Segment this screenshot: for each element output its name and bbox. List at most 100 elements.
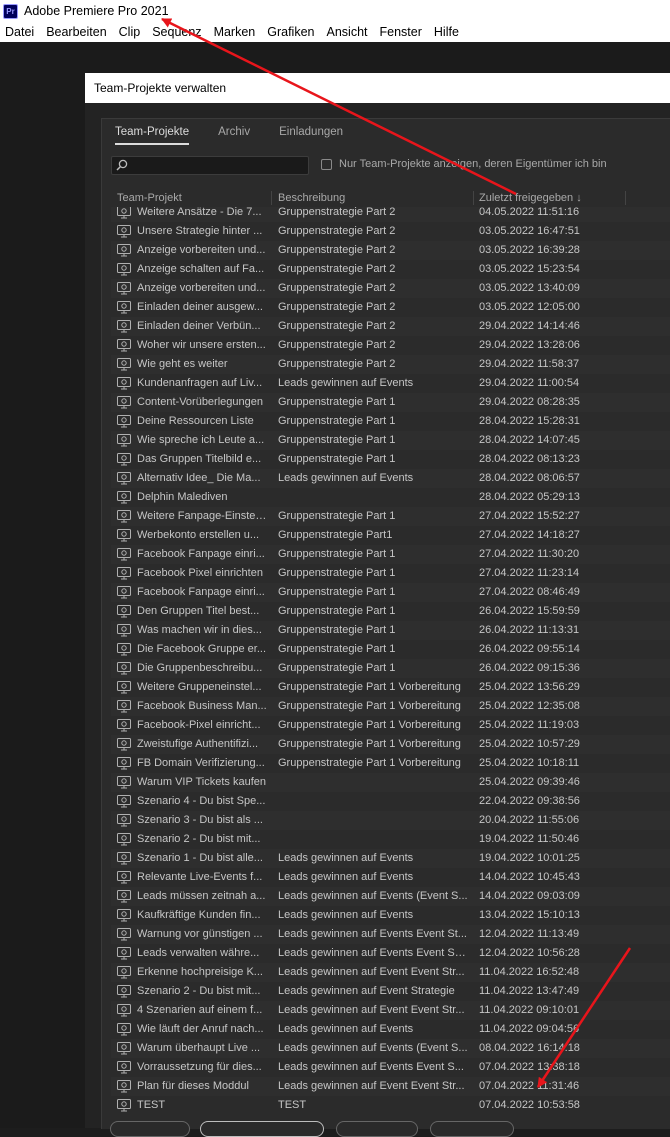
menu-hilfe[interactable]: Hilfe <box>429 25 466 39</box>
dialog-titlebar[interactable]: Team-Projekte verwalten <box>85 73 670 103</box>
table-row[interactable]: Wie spreche ich Leute a... Gruppenstrateg… <box>111 431 670 450</box>
table-row[interactable]: Delphin Malediven 28.04.2022 05:29:13 <box>111 488 670 507</box>
menu-datei[interactable]: Datei <box>0 25 41 39</box>
table-row[interactable]: Alternativ Idee_ Die Ma... Leads gewinnen… <box>111 469 670 488</box>
team-projects-list[interactable]: Weitere Ansätze - Die 7... Gruppenstrateg… <box>111 207 670 1129</box>
project-name: Den Gruppen Titel best... <box>137 605 260 617</box>
table-row[interactable]: Szenario 3 - Du bist als ... 20.04.2022 1… <box>111 811 670 830</box>
team-project-icon <box>117 928 131 941</box>
team-project-icon <box>117 795 131 808</box>
table-row[interactable]: Facebook Business Man... Gruppenstrategie… <box>111 697 670 716</box>
column-divider[interactable] <box>625 191 626 205</box>
table-row[interactable]: Weitere Fanpage-Einstel... Gruppenstrateg… <box>111 507 670 526</box>
table-row[interactable]: Anzeige vorbereiten und... Gruppenstrateg… <box>111 241 670 260</box>
project-description: Gruppenstrategie Part 1 <box>278 624 396 636</box>
table-row[interactable]: Weitere Gruppeneinstel... Gruppenstrategi… <box>111 678 670 697</box>
project-description: Gruppenstrategie Part 2 <box>278 320 396 332</box>
team-project-icon <box>117 263 131 276</box>
column-header-name[interactable]: Team-Projekt <box>117 192 182 204</box>
table-row[interactable]: Szenario 4 - Du bist Spe... 22.04.2022 09… <box>111 792 670 811</box>
table-row[interactable]: Facebook Fanpage einri... Gruppenstrategi… <box>111 583 670 602</box>
menu-fenster[interactable]: Fenster <box>375 25 429 39</box>
project-name: Szenario 4 - Du bist Spe... <box>137 795 266 807</box>
project-last-shared: 26.04.2022 09:55:14 <box>479 643 580 655</box>
table-row[interactable]: Zweistufige Authentifizi... Gruppenstrate… <box>111 735 670 754</box>
column-divider[interactable] <box>473 191 474 205</box>
project-last-shared: 07.04.2022 13:38:18 <box>479 1061 580 1073</box>
team-project-icon <box>117 1023 131 1036</box>
table-row[interactable]: Das Gruppen Titelbild e... Gruppenstrateg… <box>111 450 670 469</box>
column-divider[interactable] <box>271 191 272 205</box>
team-project-icon <box>117 301 131 314</box>
project-name: Alternativ Idee_ Die Ma... <box>137 472 261 484</box>
table-row[interactable]: Facebook Pixel einrichten Gruppenstrategi… <box>111 564 670 583</box>
table-row[interactable]: Warum VIP Tickets kaufen 25.04.2022 09:39… <box>111 773 670 792</box>
table-row[interactable]: Anzeige vorbereiten und... Gruppenstrateg… <box>111 279 670 298</box>
table-row[interactable]: Vorraussetzung für dies... Leads gewinnen… <box>111 1058 670 1077</box>
table-row[interactable]: Woher wir unsere ersten... Gruppenstrateg… <box>111 336 670 355</box>
team-project-icon <box>117 244 131 257</box>
table-row[interactable]: Wie läuft der Anruf nach... Leads gewinne… <box>111 1020 670 1039</box>
menu-sequenz[interactable]: Sequenz <box>147 25 208 39</box>
table-row[interactable]: Szenario 1 - Du bist alle... Leads gewinn… <box>111 849 670 868</box>
table-row[interactable]: Was machen wir in dies... Gruppenstrategi… <box>111 621 670 640</box>
table-row[interactable]: Einladen deiner Verbün... Gruppenstrategi… <box>111 317 670 336</box>
table-row[interactable]: Facebook-Pixel einricht... Gruppenstrateg… <box>111 716 670 735</box>
table-row[interactable]: Den Gruppen Titel best... Gruppenstrategi… <box>111 602 670 621</box>
table-row[interactable]: Warnung vor günstigen ... Leads gewinnen … <box>111 925 670 944</box>
column-header-description[interactable]: Beschreibung <box>278 192 345 204</box>
table-row[interactable]: Die Gruppenbeschreibu... Gruppenstrategie… <box>111 659 670 678</box>
search-input[interactable] <box>111 156 309 175</box>
table-row[interactable]: Einladen deiner ausgew... Gruppenstrategi… <box>111 298 670 317</box>
project-name: Weitere Gruppeneinstel... <box>137 681 262 693</box>
table-row[interactable]: FB Domain Verifizierung... Gruppenstrateg… <box>111 754 670 773</box>
tab-invitations[interactable]: Einladungen <box>279 126 343 145</box>
table-row[interactable]: Szenario 2 - Du bist mit... 19.04.2022 11… <box>111 830 670 849</box>
menu-grafiken[interactable]: Grafiken <box>262 25 321 39</box>
table-row[interactable]: Warum überhaupt Live ... Leads gewinnen a… <box>111 1039 670 1058</box>
project-description: Gruppenstrategie Part 1 <box>278 548 396 560</box>
table-row[interactable]: Deine Ressourcen Liste Gruppenstrategie P… <box>111 412 670 431</box>
dialog-button[interactable] <box>200 1121 324 1137</box>
table-row[interactable]: Plan für dieses Moddul Leads gewinnen auf… <box>111 1077 670 1096</box>
dialog-button[interactable] <box>430 1121 514 1137</box>
table-row[interactable]: Relevante Live-Events f... Leads gewinnen… <box>111 868 670 887</box>
table-row[interactable]: Erkenne hochpreisige K... Leads gewinnen … <box>111 963 670 982</box>
menu-bearbeiten[interactable]: Bearbeiten <box>41 25 113 39</box>
project-last-shared: 27.04.2022 11:30:20 <box>479 548 580 560</box>
table-row[interactable]: Kaufkräftige Kunden fin... Leads gewinnen… <box>111 906 670 925</box>
table-row[interactable]: Werbekonto erstellen u... Gruppenstrategi… <box>111 526 670 545</box>
project-name: Wie geht es weiter <box>137 358 228 370</box>
column-header-date[interactable]: Zuletzt freigegeben ↓ <box>479 192 582 204</box>
project-description: Leads gewinnen auf Event Event Str... <box>278 1004 465 1016</box>
dialog-button[interactable] <box>110 1121 190 1137</box>
menu-clip[interactable]: Clip <box>114 25 148 39</box>
project-description: Leads gewinnen auf Event Event Str... <box>278 966 465 978</box>
table-row[interactable]: Kundenanfragen auf Liv... Leads gewinnen … <box>111 374 670 393</box>
table-row[interactable]: Weitere Ansätze - Die 7... Gruppenstrateg… <box>111 207 670 222</box>
table-row[interactable]: Szenario 2 - Du bist mit... Leads gewinne… <box>111 982 670 1001</box>
tab-team-projects[interactable]: Team-Projekte <box>115 126 190 145</box>
table-row[interactable]: Facebook Fanpage einri... Gruppenstrategi… <box>111 545 670 564</box>
project-name: Kundenanfragen auf Liv... <box>137 377 263 389</box>
table-row[interactable]: Leads müssen zeitnah a... Leads gewinnen … <box>111 887 670 906</box>
team-project-icon <box>117 567 131 580</box>
project-last-shared: 26.04.2022 11:13:31 <box>479 624 580 636</box>
table-row[interactable]: TEST TEST 07.04.2022 10:53:58 <box>111 1096 670 1115</box>
project-name: FB Domain Verifizierung... <box>137 757 265 769</box>
table-row[interactable]: Die Facebook Gruppe er... Gruppenstrategi… <box>111 640 670 659</box>
dialog-button[interactable] <box>336 1121 418 1137</box>
table-row[interactable]: Anzeige schalten auf Fa... Gruppenstrateg… <box>111 260 670 279</box>
table-row[interactable]: Unsere Strategie hinter ... Gruppenstrate… <box>111 222 670 241</box>
table-row[interactable]: Content-Vorüberlegungen Gruppenstrategie … <box>111 393 670 412</box>
menu-marken[interactable]: Marken <box>209 25 263 39</box>
table-row[interactable]: 4 Szenarien auf einem f... Leads gewinnen… <box>111 1001 670 1020</box>
menu-ansicht[interactable]: Ansicht <box>322 25 375 39</box>
project-description: Leads gewinnen auf Event Strategie <box>278 985 455 997</box>
tab-archive[interactable]: Archiv <box>218 126 250 145</box>
table-row[interactable]: Leads verwalten währe... Leads gewinnen a… <box>111 944 670 963</box>
table-row[interactable]: Wie geht es weiter Gruppenstrategie Part … <box>111 355 670 374</box>
owner-filter-checkbox[interactable] <box>321 158 332 170</box>
project-name: Erkenne hochpreisige K... <box>137 966 263 978</box>
project-name: Zweistufige Authentifizi... <box>137 738 259 750</box>
